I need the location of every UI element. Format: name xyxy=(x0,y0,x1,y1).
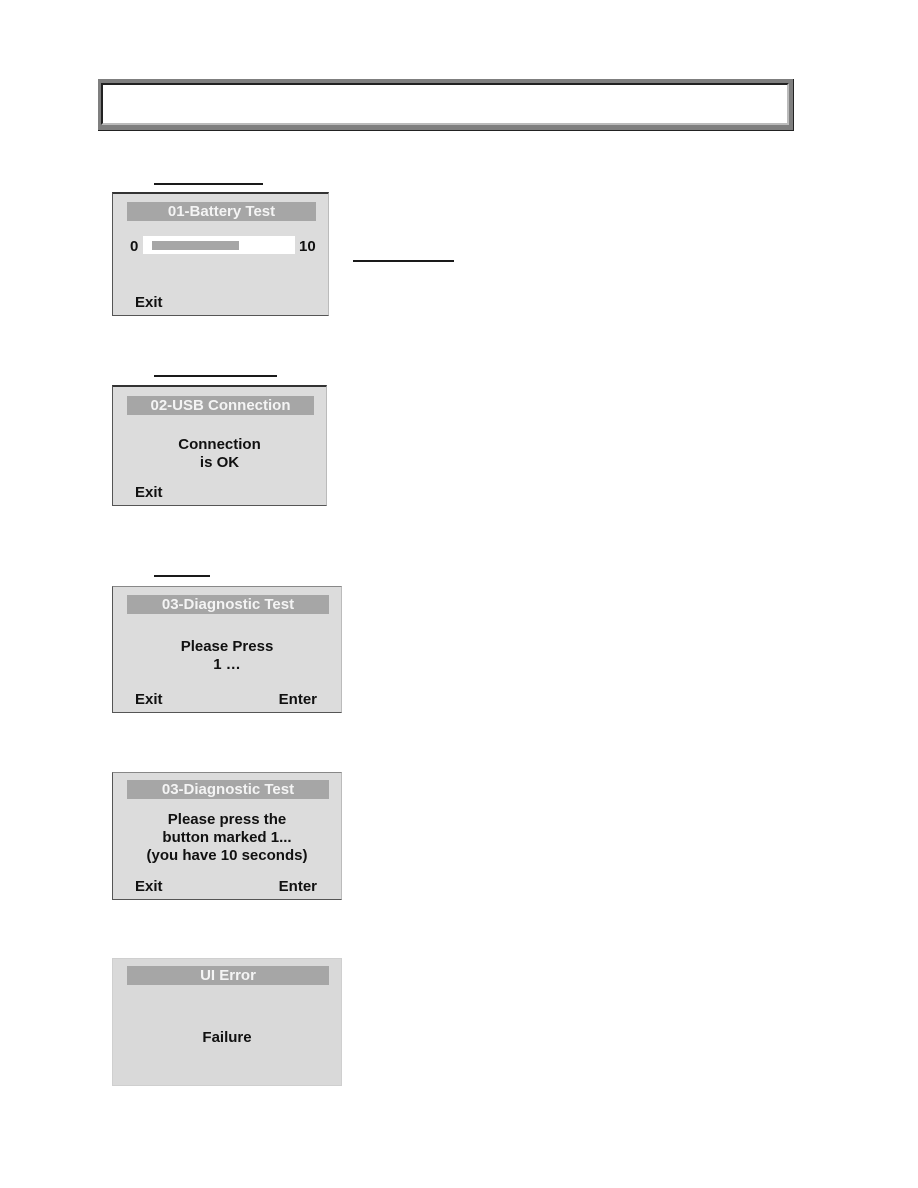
message-line: Please press the xyxy=(167,811,287,828)
screen-title: 03-Diagnostic Test xyxy=(127,595,329,614)
message-line: Failure xyxy=(202,1029,252,1046)
status-message: Connection is OK xyxy=(113,436,326,472)
section-header-box xyxy=(98,79,794,131)
screen-title: 03-Diagnostic Test xyxy=(127,780,329,799)
diagnostic-test-detail-screen: 03-Diagnostic Test Please press the butt… xyxy=(112,772,342,900)
battery-test-screen: 01-Battery Test 0 10 Exit xyxy=(112,192,329,316)
message-line: Connection xyxy=(178,436,261,453)
screen-title: 01-Battery Test xyxy=(127,202,316,221)
message-line: button marked 1... xyxy=(162,829,292,846)
instruction-message: Please press the button marked 1... (you… xyxy=(113,811,341,865)
usb-connection-screen: 02-USB Connection Connection is OK Exit xyxy=(112,385,327,506)
exit-softkey[interactable]: Exit xyxy=(135,484,163,501)
scale-min-label: 0 xyxy=(130,238,139,255)
enter-softkey[interactable]: Enter xyxy=(279,691,317,708)
battery-level-bar xyxy=(143,236,295,254)
error-message: Failure xyxy=(113,1029,341,1047)
heading-underline-diagnostic xyxy=(154,575,210,577)
battery-level-fill xyxy=(152,241,239,250)
screen-title: 02-USB Connection xyxy=(127,396,314,415)
note-underline xyxy=(353,260,454,262)
heading-underline-battery xyxy=(154,183,263,185)
message-line: (you have 10 seconds) xyxy=(146,847,308,864)
diagnostic-test-screen: 03-Diagnostic Test Please Press 1 … Exit… xyxy=(112,586,342,713)
heading-underline-usb xyxy=(154,375,277,377)
exit-softkey[interactable]: Exit xyxy=(135,878,163,895)
ui-error-screen: UI Error Failure xyxy=(112,958,342,1086)
message-line: is OK xyxy=(199,454,240,471)
exit-softkey[interactable]: Exit xyxy=(135,691,163,708)
message-line: Please Press xyxy=(180,638,274,655)
message-line: 1 … xyxy=(213,656,241,673)
section-header-inner xyxy=(101,83,789,125)
scale-max-label: 10 xyxy=(299,238,316,255)
enter-softkey[interactable]: Enter xyxy=(279,878,317,895)
instruction-message: Please Press 1 … xyxy=(113,638,341,674)
exit-softkey[interactable]: Exit xyxy=(135,294,163,311)
screen-title: UI Error xyxy=(127,966,329,985)
